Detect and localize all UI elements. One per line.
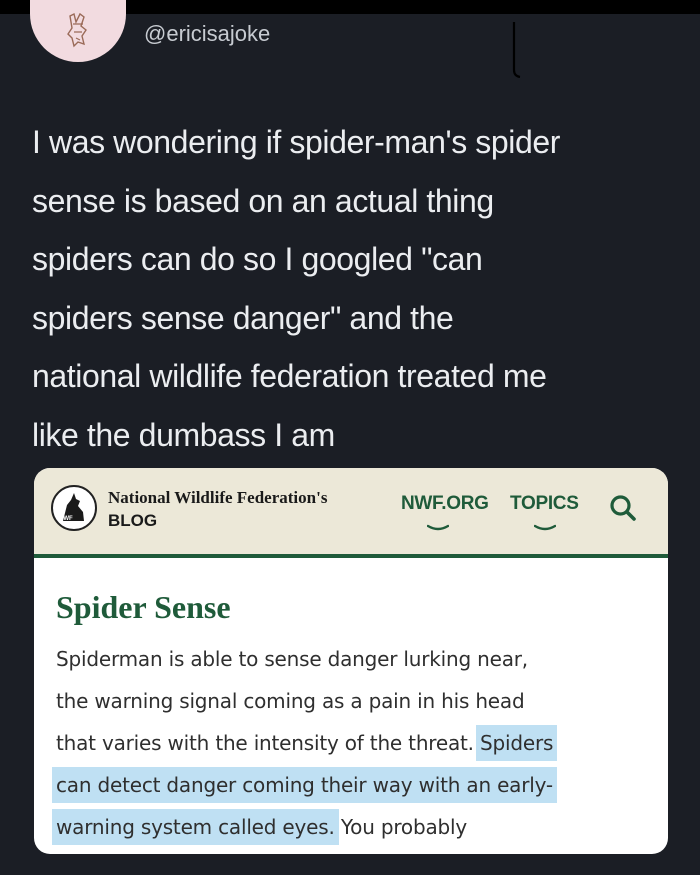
chevron-down-icon[interactable] [534, 524, 556, 532]
avatar-drawing-icon [67, 12, 87, 48]
avatar[interactable] [30, 0, 126, 62]
article-text: Spiderman is able to sense danger lurkin… [56, 647, 528, 671]
article-text: You probably [334, 815, 467, 839]
article-text-group: warning system called eyes. You probably [52, 806, 467, 848]
nav-link-topics[interactable]: TOPICS [510, 493, 579, 515]
article-text: that varies with the intensity of the th… [56, 731, 480, 755]
article-title: Spider Sense [56, 589, 231, 625]
article-line: Spiderman is able to sense danger lurkin… [34, 638, 668, 680]
article-line: can detect danger coming their way with … [34, 764, 668, 806]
nwf-logo-icon[interactable]: NWF [51, 485, 97, 531]
tweet-handle[interactable]: @ericisajoke [144, 21, 270, 47]
tweet-line: national wildlife federation treated me [32, 358, 547, 394]
article-text-group: that varies with the intensity of the th… [56, 722, 558, 764]
blog-brand-title[interactable]: National Wildlife Federation's [108, 488, 327, 508]
tweet-line: sense is based on an actual thing [32, 182, 494, 219]
blog-brand-sub[interactable]: BLOG [108, 511, 157, 531]
highlighted-text: Spiders [476, 725, 558, 761]
article-text: the warning signal coming as a pain in h… [56, 689, 525, 713]
tweet-line: spiders sense danger" and the [32, 299, 454, 336]
tweet-line: like the dumbass I am [32, 416, 335, 453]
svg-text:NWF: NWF [59, 516, 73, 522]
tweet-line: spiders can do so I googled "can [32, 241, 483, 277]
search-icon[interactable] [608, 493, 638, 523]
embedded-screenshot[interactable]: NWF National Wildlife Federation's BLOG … [34, 468, 668, 854]
tweet-text: I was wondering if spider-man's spider s… [32, 113, 682, 464]
nav-link-nwf-org[interactable]: NWF.ORG [401, 493, 489, 515]
article-line: warning system called eyes. You probably [34, 806, 668, 848]
header-divider [34, 554, 668, 558]
article-line: that varies with the intensity of the th… [34, 722, 668, 764]
highlighted-text: can detect danger coming their way with … [52, 767, 557, 803]
article-line: the warning signal coming as a pain in h… [34, 680, 668, 722]
highlighted-text: warning system called eyes. [52, 809, 339, 845]
article-body: Spiderman is able to sense danger lurkin… [34, 638, 668, 848]
tweet-line: I was wondering if spider-man's spider [32, 124, 561, 160]
chevron-down-icon[interactable] [427, 524, 449, 532]
article-text-group: can detect danger coming their way with … [52, 764, 557, 806]
text-cursor-icon [512, 22, 521, 78]
